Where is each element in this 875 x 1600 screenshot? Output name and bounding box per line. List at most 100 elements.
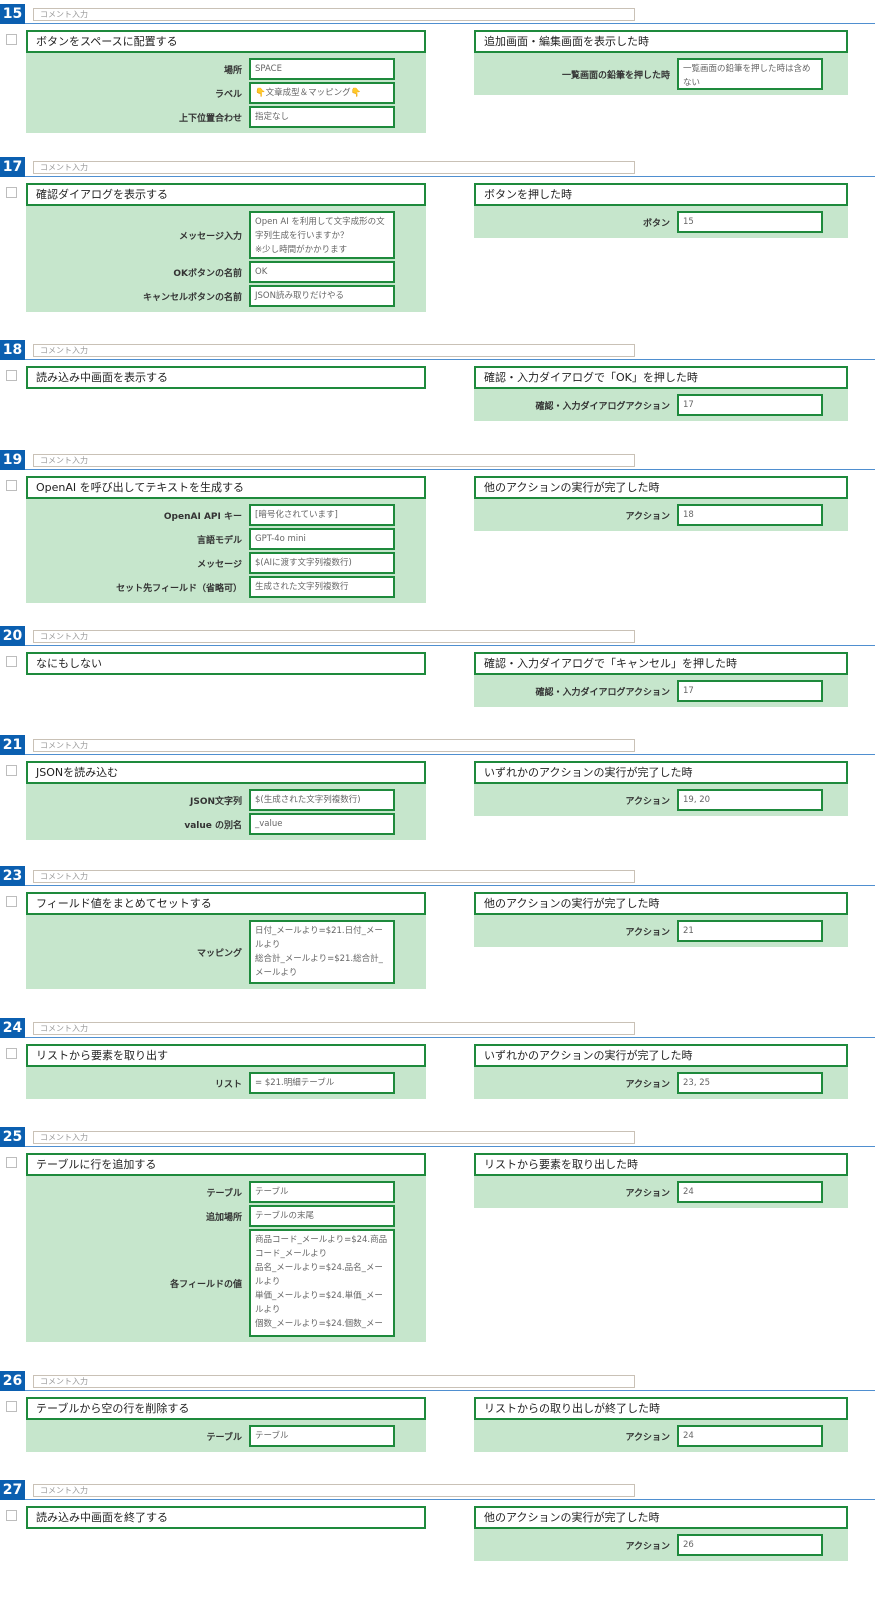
field-value-input[interactable]: OK <box>249 261 395 283</box>
field-row: JSON文字列 $(生成された文字列複数行) <box>26 789 426 811</box>
field-row: メッセージ入力 Open AI を利用して文字成形の文字列生成を行いますか？ ※少… <box>26 211 426 259</box>
row-checkbox[interactable] <box>6 765 17 776</box>
comment-input[interactable]: コメント入力 <box>33 870 635 883</box>
row-header: 27 コメント入力 <box>0 1480 875 1502</box>
field-value-input[interactable]: 17 <box>677 394 823 416</box>
field-label: OKボタンの名前 <box>173 268 242 279</box>
field-row: 確認・入力ダイアログアクション 17 <box>474 680 848 702</box>
field-label: 各フィールドの値 <box>170 1279 242 1290</box>
row-checkbox[interactable] <box>6 1048 17 1059</box>
comment-input[interactable]: コメント入力 <box>33 8 635 21</box>
field-value-input[interactable]: 生成された文字列複数行 <box>249 576 395 598</box>
trigger-title[interactable]: 確認・入力ダイアログで「キャンセル」を押した時 <box>474 652 848 675</box>
row-checkbox[interactable] <box>6 480 17 491</box>
trigger-title[interactable]: 確認・入力ダイアログで「OK」を押した時 <box>474 366 848 389</box>
action-title[interactable]: リストから要素を取り出す <box>26 1044 426 1067</box>
field-value-input[interactable]: 24 <box>677 1181 823 1203</box>
field-row: 場所 SPACE <box>26 58 426 80</box>
field-value-input[interactable]: 👇文章成型＆マッピング👇 <box>249 82 395 104</box>
trigger-title[interactable]: リストから要素を取り出した時 <box>474 1153 848 1176</box>
action-title[interactable]: 読み込み中画面を終了する <box>26 1506 426 1529</box>
left-panel: テーブルに行を追加する テーブル テーブル 追加場所 テーブルの末尾 各フィールドの値 商品… <box>26 1153 426 1342</box>
field-row: キャンセルボタンの名前 JSON読み取りだけやる <box>26 285 426 307</box>
action-title[interactable]: テーブルに行を追加する <box>26 1153 426 1176</box>
row-checkbox[interactable] <box>6 370 17 381</box>
row-checkbox[interactable] <box>6 656 17 667</box>
row-header: 21 コメント入力 <box>0 735 875 757</box>
comment-input[interactable]: コメント入力 <box>33 344 635 357</box>
field-value-input[interactable]: 17 <box>677 680 823 702</box>
row-checkbox[interactable] <box>6 896 17 907</box>
comment-input[interactable]: コメント入力 <box>33 630 635 643</box>
field-value-input[interactable]: SPACE <box>249 58 395 80</box>
field-value-input[interactable]: テーブルの末尾 <box>249 1205 395 1227</box>
action-title[interactable]: フィールド値をまとめてセットする <box>26 892 426 915</box>
field-value-input[interactable]: 18 <box>677 504 823 526</box>
field-value-input[interactable]: [暗号化されています] <box>249 504 395 526</box>
field-value-input[interactable]: = $21.明細テーブル <box>249 1072 395 1094</box>
trigger-title[interactable]: 他のアクションの実行が完了した時 <box>474 892 848 915</box>
field-value-input[interactable]: JSON読み取りだけやる <box>249 285 395 307</box>
row-number-badge: 26 <box>0 1371 25 1391</box>
row-checkbox[interactable] <box>6 187 17 198</box>
comment-input[interactable]: コメント入力 <box>33 161 635 174</box>
field-value-input[interactable]: 26 <box>677 1534 823 1556</box>
field-value-input[interactable]: 24 <box>677 1425 823 1447</box>
right-panel: 他のアクションの実行が完了した時 アクション 21 <box>474 892 848 947</box>
trigger-title[interactable]: 他のアクションの実行が完了した時 <box>474 476 848 499</box>
field-row: 言語モデル GPT-4o mini <box>26 528 426 550</box>
left-fields: マッピング 日付_メールより=$21.日付_メールより 総合計_メールより=$21… <box>26 915 426 989</box>
field-value-input[interactable]: _value <box>249 813 395 835</box>
right-fields: ボタン 15 <box>474 206 848 238</box>
row-checkbox[interactable] <box>6 1401 17 1412</box>
trigger-title[interactable]: いずれかのアクションの実行が完了した時 <box>474 1044 848 1067</box>
field-value-input[interactable]: 日付_メールより=$21.日付_メールより 総合計_メールより=$21.総合計_… <box>249 920 395 984</box>
field-value-input[interactable]: 15 <box>677 211 823 233</box>
field-value-input[interactable]: 商品コード_メールより=$24.商品コード_メールより 品名_メールより=$24… <box>249 1229 395 1337</box>
row-checkbox[interactable] <box>6 34 17 45</box>
comment-input[interactable]: コメント入力 <box>33 1022 635 1035</box>
left-panel: 読み込み中画面を表示する <box>26 366 426 389</box>
field-value-input[interactable]: $(生成された文字列複数行) <box>249 789 395 811</box>
field-value-input[interactable]: GPT-4o mini <box>249 528 395 550</box>
trigger-title[interactable]: リストからの取り出しが終了した時 <box>474 1397 848 1420</box>
trigger-title[interactable]: ボタンを押した時 <box>474 183 848 206</box>
comment-input[interactable]: コメント入力 <box>33 739 635 752</box>
trigger-title[interactable]: 他のアクションの実行が完了した時 <box>474 1506 848 1529</box>
row-divider <box>0 469 875 470</box>
field-label: アクション <box>625 1541 670 1552</box>
field-row: アクション 19, 20 <box>474 789 848 811</box>
trigger-title[interactable]: 追加画面・編集画面を表示した時 <box>474 30 848 53</box>
comment-input[interactable]: コメント入力 <box>33 1484 635 1497</box>
field-value-input[interactable]: 21 <box>677 920 823 942</box>
comment-input[interactable]: コメント入力 <box>33 1375 635 1388</box>
action-title[interactable]: なにもしない <box>26 652 426 675</box>
field-value-input[interactable]: 一覧画面の鉛筆を押した時は含めない <box>677 58 823 90</box>
left-panel: ボタンをスペースに配置する 場所 SPACE ラベル 👇文章成型＆マッピング👇 上下位置合… <box>26 30 426 133</box>
field-value-input[interactable]: 指定なし <box>249 106 395 128</box>
action-title[interactable]: 確認ダイアログを表示する <box>26 183 426 206</box>
field-row: 一覧画面の鉛筆を押した時 一覧画面の鉛筆を押した時は含めない <box>474 58 848 90</box>
action-title[interactable]: 読み込み中画面を表示する <box>26 366 426 389</box>
row-checkbox[interactable] <box>6 1510 17 1521</box>
field-value-input[interactable]: Open AI を利用して文字成形の文字列生成を行いますか？ ※少し時間がかかり… <box>249 211 395 259</box>
row-checkbox[interactable] <box>6 1157 17 1168</box>
trigger-title[interactable]: いずれかのアクションの実行が完了した時 <box>474 761 848 784</box>
row-number-badge: 27 <box>0 1480 25 1500</box>
field-value-input[interactable]: $(AIに渡す文字列複数行) <box>249 552 395 574</box>
comment-input[interactable]: コメント入力 <box>33 454 635 467</box>
field-value-input[interactable]: テーブル <box>249 1181 395 1203</box>
field-row: リスト = $21.明細テーブル <box>26 1072 426 1094</box>
field-value-input[interactable]: テーブル <box>249 1425 395 1447</box>
field-value-input[interactable]: 23, 25 <box>677 1072 823 1094</box>
row-header: 24 コメント入力 <box>0 1018 875 1040</box>
right-fields: 確認・入力ダイアログアクション 17 <box>474 675 848 707</box>
field-value-input[interactable]: 19, 20 <box>677 789 823 811</box>
action-title[interactable]: ボタンをスペースに配置する <box>26 30 426 53</box>
comment-input[interactable]: コメント入力 <box>33 1131 635 1144</box>
action-title[interactable]: JSONを読み込む <box>26 761 426 784</box>
action-title[interactable]: テーブルから空の行を削除する <box>26 1397 426 1420</box>
action-title[interactable]: OpenAI を呼び出してテキストを生成する <box>26 476 426 499</box>
row-divider <box>0 1499 875 1500</box>
field-row: アクション 24 <box>474 1181 848 1203</box>
